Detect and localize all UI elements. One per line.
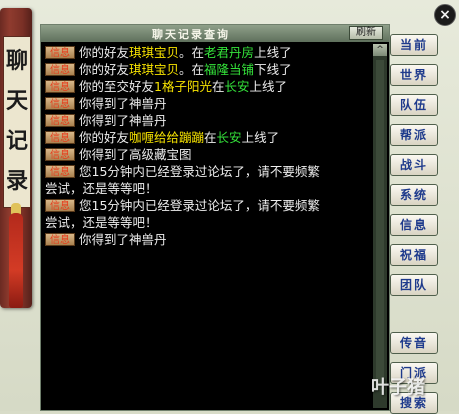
location-name: 长安 <box>216 130 242 145</box>
tab-3[interactable]: 帮派 <box>390 124 438 146</box>
tab-4[interactable]: 战斗 <box>390 154 438 176</box>
window-titlebar: 聊天记录查询 刷新 <box>41 25 389 42</box>
message-tag-badge[interactable]: 信息 <box>45 148 75 161</box>
chat-log-window: 聊天记录查询 刷新 信息 你的好友琪琪宝贝。在老君丹房上线了 信息 你的好友琪琪宝贝。… <box>40 24 390 411</box>
chat-scrollbar[interactable]: ^ <box>373 44 387 408</box>
message-tag-badge[interactable]: 信息 <box>45 199 75 212</box>
window-title: 聊天记录查询 <box>152 28 230 41</box>
message-text: 您15分钟内已经登录过论坛了，请不要频繁 <box>79 198 320 213</box>
chat-message: 信息 您15分钟内已经登录过论坛了，请不要频繁 <box>45 197 371 214</box>
message-text: 。在 <box>179 62 205 77</box>
scroll-paper: 聊 天 记 录 <box>3 36 31 208</box>
message-text: 在 <box>211 79 225 94</box>
scroll-up-arrow-icon[interactable]: ^ <box>373 44 387 56</box>
message-text: 在 <box>204 130 217 145</box>
chat-message-list: 信息 你的好友琪琪宝贝。在老君丹房上线了 信息 你的好友琪琪宝贝。在福隆当铺下线了 信息… <box>45 44 371 408</box>
tab-2[interactable]: 队伍 <box>390 94 438 116</box>
chat-log-scroll-banner: 聊 天 记 录 <box>0 8 32 308</box>
close-button[interactable]: × <box>434 4 456 26</box>
message-text: 上线了 <box>249 79 288 94</box>
message-tag-badge[interactable]: 信息 <box>45 131 75 144</box>
chat-message-continuation: 尝试，还是等等吧！ <box>45 181 158 196</box>
message-text: 你的好友 <box>79 130 130 145</box>
message-text: 你的好友 <box>79 62 130 77</box>
tab-8[interactable]: 团队 <box>390 274 438 296</box>
message-text: 你的好友 <box>79 45 130 60</box>
tab-7[interactable]: 祝福 <box>390 244 438 266</box>
scroll-title-char: 天 <box>5 88 28 114</box>
chat-message: 信息 你得到了高级藏宝图 <box>45 146 371 163</box>
player-name[interactable]: 琪琪宝贝 <box>129 62 179 77</box>
message-text: 您15分钟内已经登录过论坛了，请不要频繁 <box>79 164 320 179</box>
tassel-icon <box>9 213 23 308</box>
message-text: 下线了 <box>254 62 292 77</box>
player-name[interactable]: 琪琪宝贝 <box>129 45 179 60</box>
message-text: 你得到了神兽丹 <box>79 113 167 128</box>
player-name[interactable]: 1格子阳光 <box>154 79 212 94</box>
chat-message: 信息 你的至交好友1格子阳光在长安上线了 <box>45 78 371 95</box>
message-text: 你得到了高级藏宝图 <box>79 147 192 162</box>
tab-6[interactable]: 信息 <box>390 214 438 236</box>
message-tag-badge[interactable]: 信息 <box>45 80 75 93</box>
tab-5[interactable]: 系统 <box>390 184 438 206</box>
message-text: 你得到了神兽丹 <box>79 232 167 247</box>
chat-message: 信息 您15分钟内已经登录过论坛了，请不要频繁 <box>45 163 371 180</box>
message-tag-badge[interactable]: 信息 <box>45 97 75 110</box>
chat-message: 信息 你的好友琪琪宝贝。在福隆当铺下线了 <box>45 61 371 78</box>
message-text: 。在 <box>179 45 205 60</box>
location-name: 长安 <box>224 79 250 94</box>
player-name[interactable]: 咖喱给给蹦蹦 <box>129 130 204 145</box>
chat-message: 信息 你得到了神兽丹 <box>45 231 371 248</box>
refresh-button[interactable]: 刷新 <box>349 26 383 40</box>
message-tag-badge[interactable]: 信息 <box>45 165 75 178</box>
scroll-track[interactable] <box>376 60 384 390</box>
message-tag-badge[interactable]: 信息 <box>45 233 75 246</box>
message-text: 你的至交好友 <box>79 79 155 94</box>
message-text: 上线了 <box>241 130 280 145</box>
chat-message: 信息 你得到了神兽丹 <box>45 112 371 129</box>
tab-9[interactable]: 传音 <box>390 332 438 354</box>
message-text: 你得到了神兽丹 <box>79 96 167 111</box>
chat-message: 信息 你得到了神兽丹 <box>45 95 371 112</box>
scroll-title-char: 录 <box>5 168 28 194</box>
message-text: 上线了 <box>254 45 292 60</box>
message-tag-badge[interactable]: 信息 <box>45 46 75 59</box>
location-name: 老君丹房 <box>204 45 255 60</box>
tab-0[interactable]: 当前 <box>390 34 438 56</box>
chat-message: 信息 你的好友琪琪宝贝。在老君丹房上线了 <box>45 44 371 61</box>
scroll-title-char: 聊 <box>5 48 28 74</box>
scroll-title-char: 记 <box>5 128 28 154</box>
location-name: 福隆当铺 <box>204 62 255 77</box>
tab-1[interactable]: 世界 <box>390 64 438 86</box>
message-tag-badge[interactable]: 信息 <box>45 114 75 127</box>
chat-message: 信息 你的好友咖喱给给蹦蹦在长安上线了 <box>45 129 371 146</box>
scroll-title: 聊 天 记 录 <box>4 41 30 201</box>
site-watermark: 叶子猪 <box>371 377 425 398</box>
chat-message-continuation: 尝试，还是等等吧！ <box>45 215 158 230</box>
message-tag-badge[interactable]: 信息 <box>45 63 75 76</box>
